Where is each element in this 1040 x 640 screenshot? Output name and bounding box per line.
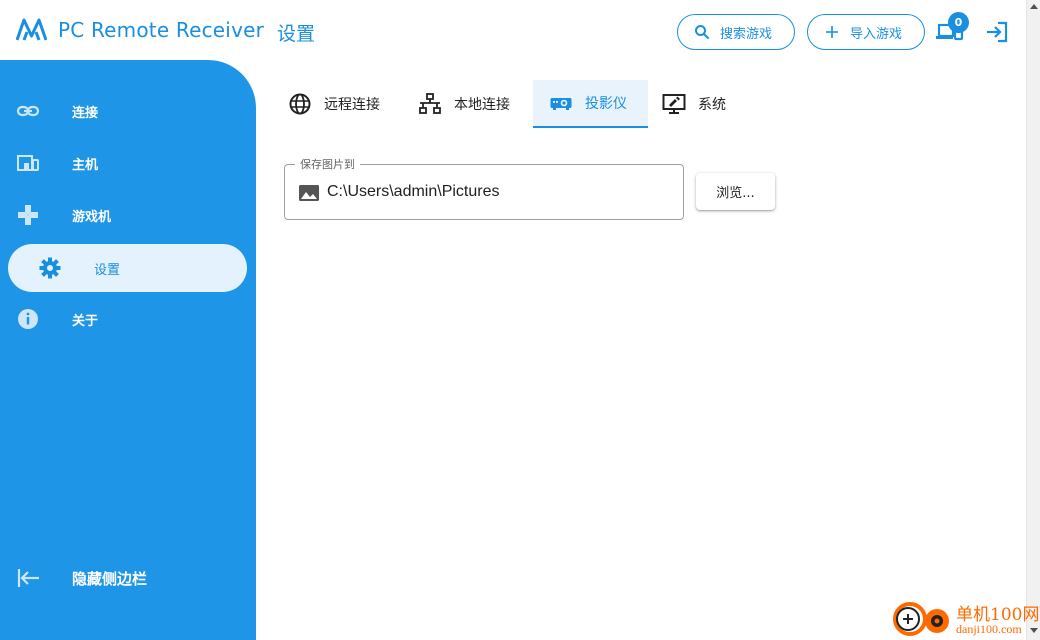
hide-sidebar-button[interactable]: 隐藏侧边栏 — [0, 554, 256, 602]
tab-label: 远程连接 — [324, 97, 380, 113]
plus-icon — [826, 26, 838, 38]
watermark: 单机100网 danji100.com — [890, 598, 1039, 640]
import-games-button[interactable]: 导入游戏 — [807, 14, 925, 50]
host-devices-icon — [17, 155, 39, 171]
watermark-logo-icon — [893, 602, 949, 636]
login-icon[interactable] — [985, 21, 1009, 43]
devices-count-badge: 0 — [948, 12, 969, 33]
sidebar-item-connection[interactable]: 连接 — [8, 87, 247, 135]
search-games-button[interactable]: 搜索游戏 — [677, 14, 795, 50]
page-title: 设置 — [277, 23, 316, 45]
scroll-down-arrow-icon[interactable] — [1030, 628, 1038, 633]
sidebar-item-gamepad[interactable]: 游戏机 — [8, 191, 247, 239]
sidebar-item-host[interactable]: 主机 — [8, 139, 247, 187]
tab-label: 系统 — [698, 97, 726, 113]
save-path-label: 保存图片到 — [295, 156, 360, 172]
search-games-label: 搜索游戏 — [720, 26, 773, 42]
tab-system[interactable]: 系统 — [662, 80, 726, 128]
tab-remote-connection[interactable]: 远程连接 — [288, 80, 380, 128]
network-icon — [419, 93, 441, 114]
sidebar-item-about[interactable]: 关于 — [8, 295, 247, 343]
search-icon — [695, 25, 709, 39]
import-games-label: 导入游戏 — [850, 26, 903, 42]
settings-tabs: 远程连接 本地连接 投影仪 系统 — [272, 80, 1012, 128]
tab-label: 本地连接 — [454, 97, 510, 113]
tab-projector[interactable]: 投影仪 — [533, 80, 648, 128]
projector-icon — [550, 98, 572, 110]
page-scrollbar[interactable] — [1026, 0, 1040, 640]
link-icon — [16, 105, 40, 117]
save-path-field[interactable]: 保存图片到 — [284, 156, 684, 220]
collapse-left-icon — [17, 569, 39, 587]
sidebar-item-label: 连接 — [72, 105, 99, 121]
sidebar-item-settings[interactable]: 设置 — [8, 244, 247, 292]
save-path-input[interactable] — [327, 181, 667, 203]
info-icon — [18, 309, 38, 329]
gear-icon — [39, 257, 61, 279]
app-header: PC Remote Receiver 设置 搜索游戏 导入游戏 0 — [0, 0, 1026, 62]
tab-local-connection[interactable]: 本地连接 — [418, 80, 510, 128]
browse-button[interactable]: 浏览... — [696, 173, 775, 210]
sidebar-item-label: 关于 — [72, 313, 99, 329]
hide-sidebar-label: 隐藏侧边栏 — [72, 569, 148, 588]
app-logo-icon — [16, 18, 47, 41]
image-icon — [299, 185, 319, 201]
gamepad-icon — [18, 205, 38, 225]
tab-label: 投影仪 — [585, 96, 627, 112]
app-title: PC Remote Receiver — [58, 18, 265, 42]
sidebar-item-label: 主机 — [72, 157, 99, 173]
monitor-settings-icon — [662, 94, 686, 114]
globe-icon — [289, 93, 311, 115]
sidebar-item-label: 设置 — [94, 262, 121, 278]
sidebar-item-label: 游戏机 — [72, 209, 112, 225]
sidebar: 连接 主机 游戏机 设置 关于 隐藏侧边栏 — [0, 60, 256, 640]
watermark-url: danji100.com — [956, 622, 1022, 636]
scroll-up-arrow-icon[interactable] — [1030, 4, 1038, 9]
